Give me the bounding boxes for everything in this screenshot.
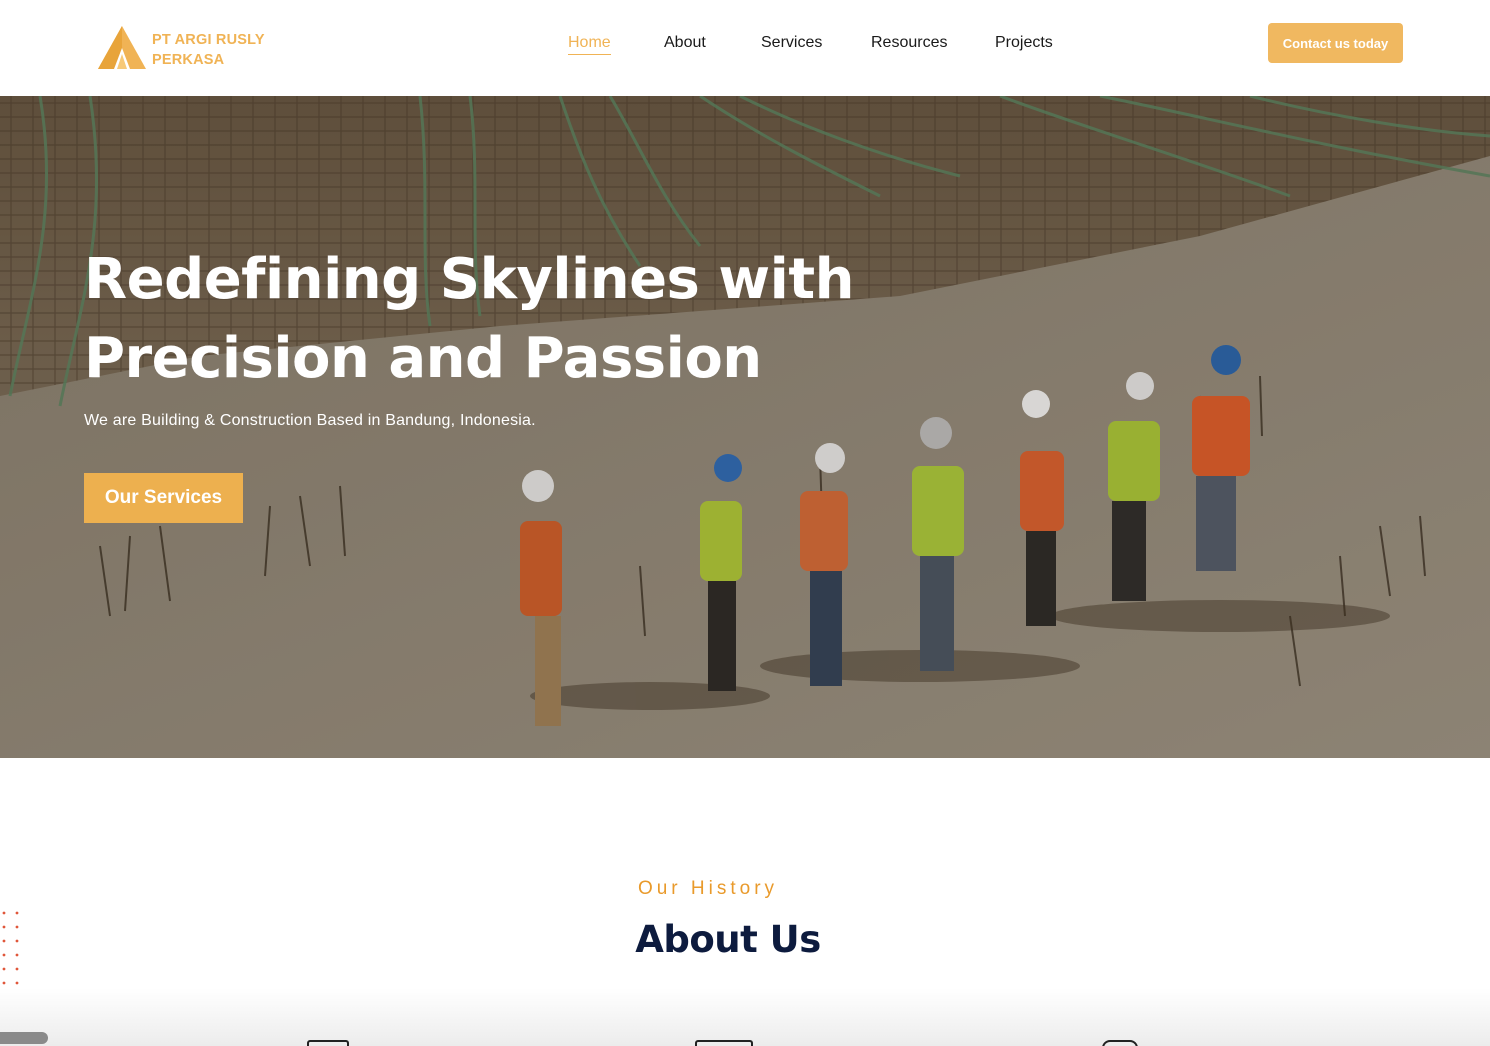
hero-title-line1: Redefining Skylines with bbox=[84, 247, 854, 312]
feature-icon bbox=[307, 1040, 349, 1046]
feature-icon bbox=[695, 1040, 753, 1046]
nav-item-services[interactable]: Services bbox=[761, 33, 822, 53]
brand-name-line1: PT ARGI RUSLY bbox=[152, 32, 265, 48]
brand-logo[interactable]: PT ARGI RUSLY PERKASA bbox=[96, 22, 276, 72]
scroll-indicator[interactable] bbox=[0, 1032, 48, 1044]
about-title: About Us bbox=[635, 918, 821, 961]
nav-item-home[interactable]: Home bbox=[568, 33, 611, 55]
about-section: Our History About Us bbox=[0, 758, 1490, 1046]
nav-item-projects[interactable]: Projects bbox=[995, 33, 1053, 53]
contact-us-button[interactable]: Contact us today bbox=[1268, 23, 1403, 63]
hero-section: Redefining Skylines with Precision and P… bbox=[0, 96, 1490, 758]
site-header: PT ARGI RUSLY PERKASA Home About Service… bbox=[0, 0, 1490, 96]
hero-title-line2: Precision and Passion bbox=[84, 326, 762, 391]
feature-cards-strip bbox=[0, 988, 1490, 1046]
section-eyebrow: Our History bbox=[637, 878, 779, 899]
brand-name-line2: PERKASA bbox=[152, 52, 225, 68]
brand-name: PT ARGI RUSLY PERKASA bbox=[152, 30, 265, 70]
nav-item-resources[interactable]: Resources bbox=[871, 33, 947, 53]
triangle-logo-icon bbox=[98, 26, 146, 69]
nav-item-about[interactable]: About bbox=[664, 33, 706, 53]
feature-icon bbox=[1102, 1040, 1138, 1046]
hero-subtitle: We are Building & Construction Based in … bbox=[84, 412, 536, 429]
our-services-button[interactable]: Our Services bbox=[84, 473, 243, 523]
hero-title: Redefining Skylines with Precision and P… bbox=[84, 240, 984, 398]
